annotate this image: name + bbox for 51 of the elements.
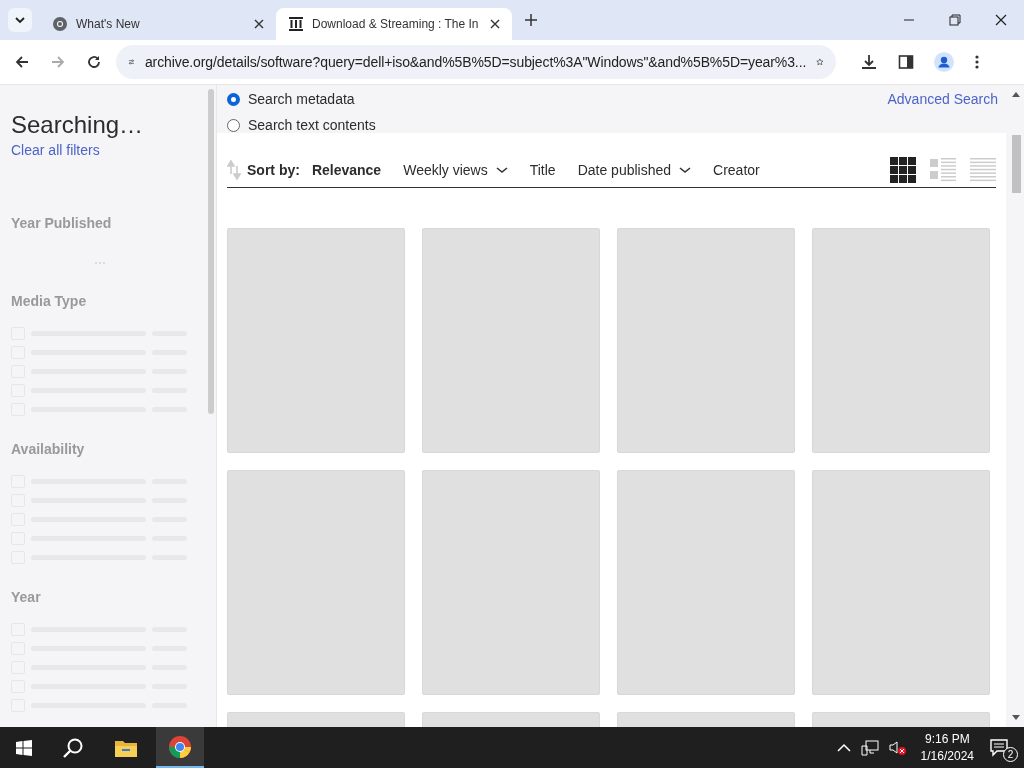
reload-icon[interactable] xyxy=(86,54,102,70)
restore-icon[interactable] xyxy=(949,14,961,26)
close-icon[interactable] xyxy=(995,14,1007,26)
scrollbar-thumb[interactable] xyxy=(208,89,214,414)
network-icon[interactable] xyxy=(860,739,879,756)
browser-tab[interactable]: What's New xyxy=(40,8,276,40)
browser-tab[interactable]: Download & Streaming : The In xyxy=(276,8,512,40)
notification-count: 2 xyxy=(1003,746,1018,762)
profile-icon[interactable] xyxy=(934,52,954,72)
sidebar-title: Searching… xyxy=(11,111,145,139)
facet-title: Media Type xyxy=(11,293,88,309)
speaker-muted-icon[interactable] xyxy=(888,739,907,756)
tab-title: What's New xyxy=(76,17,141,31)
chrome-taskbar-button[interactable] xyxy=(156,727,204,768)
scroll-down-icon[interactable] xyxy=(1012,715,1020,721)
chrome-icon xyxy=(52,16,68,32)
side-panel-icon[interactable] xyxy=(898,54,914,70)
sort-option[interactable]: Title xyxy=(529,162,556,178)
sort-option[interactable]: Relevance xyxy=(311,162,382,178)
scroll-up-icon[interactable] xyxy=(1012,91,1020,97)
back-icon[interactable] xyxy=(14,54,30,70)
search-icon[interactable] xyxy=(62,736,84,759)
clock-date: 1/16/2024 xyxy=(920,749,974,763)
chevron-down-icon xyxy=(14,14,26,26)
scrollbar-thumb[interactable] xyxy=(1011,135,1021,193)
chevron-up-icon[interactable] xyxy=(836,742,851,753)
close-icon[interactable] xyxy=(490,19,500,29)
clear-filters-link[interactable]: Clear all filters xyxy=(11,142,100,158)
chrome-icon xyxy=(168,734,192,759)
search-option-radio[interactable]: Search text contents xyxy=(227,117,376,133)
action-center-icon[interactable] xyxy=(990,738,1010,757)
download-icon[interactable] xyxy=(860,53,878,71)
advanced-search-link[interactable]: Advanced Search xyxy=(887,91,998,133)
close-icon[interactable] xyxy=(254,19,264,29)
tab-title: Download & Streaming : The In xyxy=(312,17,480,31)
sort-label: Sort by: xyxy=(247,162,300,178)
facet-title: Year Published xyxy=(11,215,113,231)
tab-search-button[interactable] xyxy=(8,8,32,32)
facet-title: Year xyxy=(11,589,42,605)
search-option-radio[interactable]: Search metadata xyxy=(227,91,376,107)
menu-icon[interactable] xyxy=(974,54,980,70)
address-bar[interactable]: archive.org/details/software?query=dell+iso&and%5B%5D=subject%3A"Windows"&and%5B%5D=year%3... xyxy=(116,45,836,79)
windows-start-icon[interactable] xyxy=(16,739,32,756)
sort-option[interactable]: Date published xyxy=(577,162,692,178)
clock-time: 9:16 PM xyxy=(924,732,970,746)
facet-title: Availability xyxy=(11,441,86,457)
building-columns-icon xyxy=(288,16,304,32)
grid-view-icon[interactable] xyxy=(890,157,916,183)
new-tab-icon[interactable] xyxy=(524,13,538,27)
sort-option[interactable]: Creator xyxy=(713,162,760,178)
sort-option[interactable]: Weekly views xyxy=(403,162,508,178)
